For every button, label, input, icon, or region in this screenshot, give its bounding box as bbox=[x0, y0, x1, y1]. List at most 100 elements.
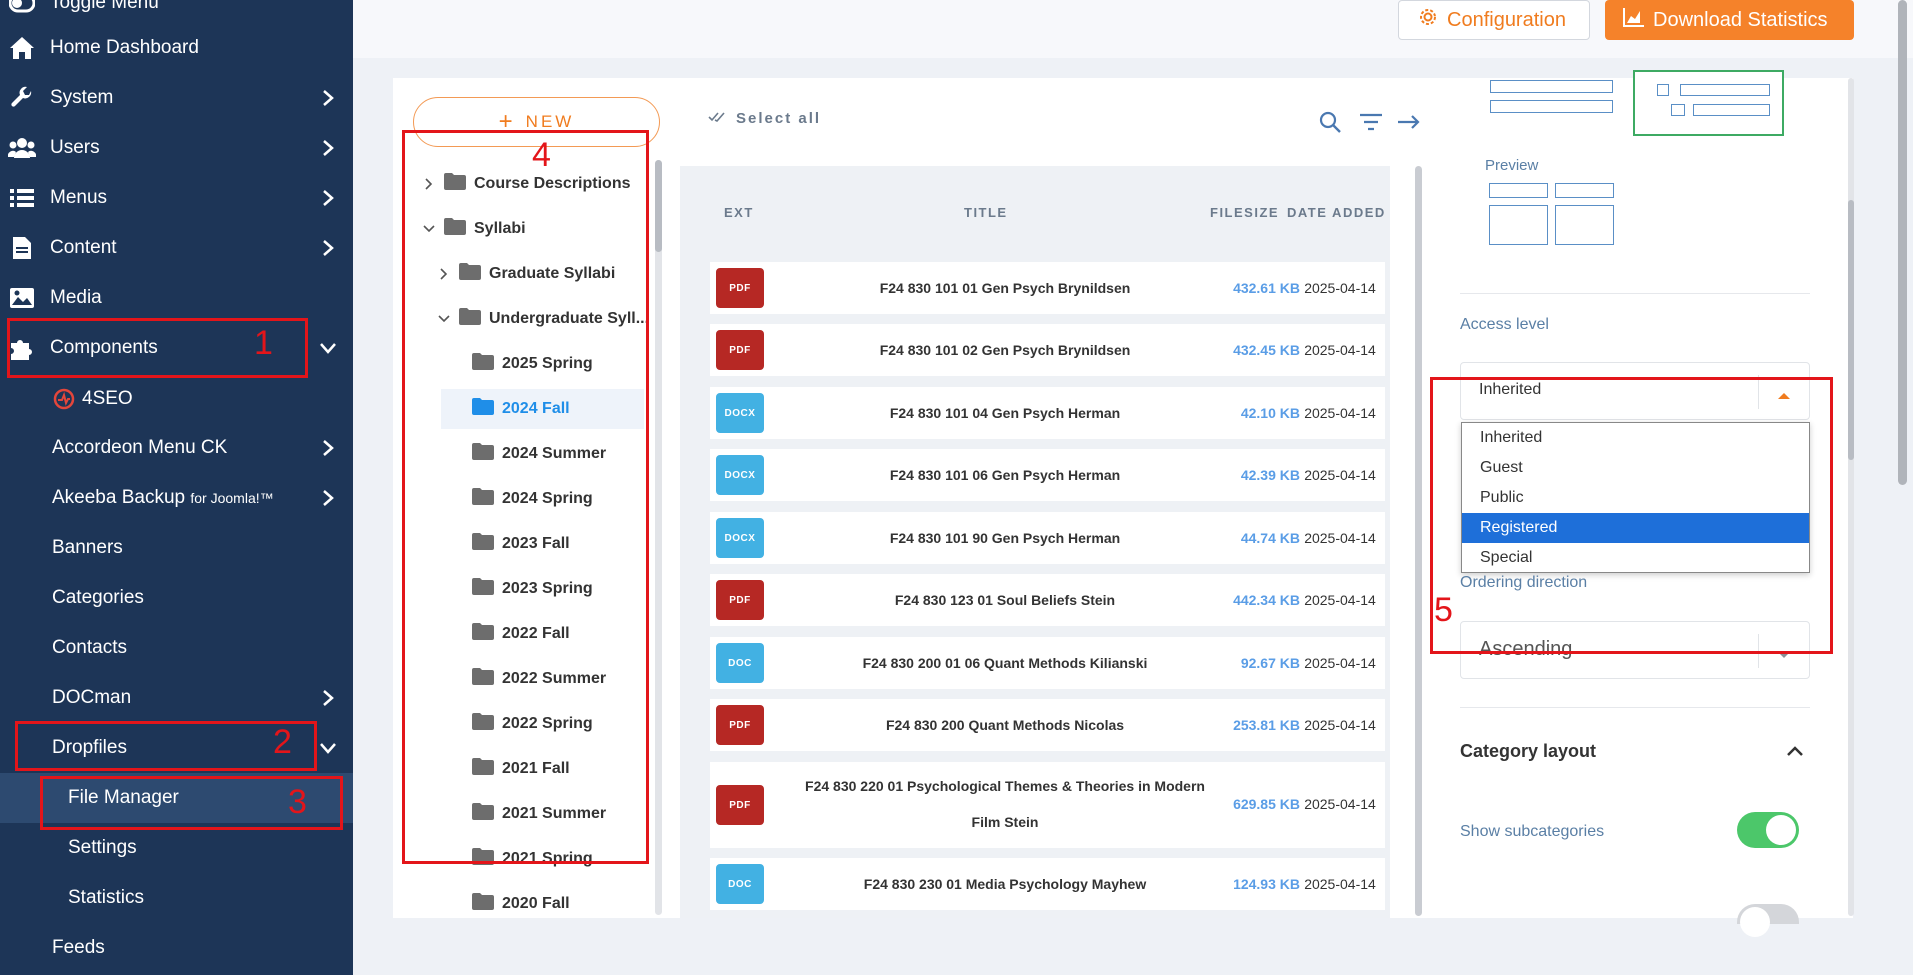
arrow-right-icon[interactable] bbox=[1395, 108, 1423, 136]
file-title: F24 830 200 Quant Methods Nicolas bbox=[885, 717, 1125, 733]
file-size: 42.39 KB bbox=[1240, 467, 1300, 483]
sidebar-item-akeeba-backup[interactable]: Akeeba Backup for Joomla!™ bbox=[0, 473, 353, 523]
chevron-right-icon bbox=[317, 237, 339, 259]
next-option-toggle[interactable] bbox=[1737, 904, 1799, 937]
layout-option-bar-icon bbox=[1490, 80, 1613, 93]
search-icon[interactable] bbox=[1316, 108, 1344, 136]
file-row[interactable]: PDF F24 830 220 01 Psychological Themes … bbox=[710, 762, 1385, 848]
double-check-icon bbox=[708, 110, 726, 127]
preview-grid-icon bbox=[1555, 183, 1614, 198]
4seo-icon bbox=[50, 385, 78, 413]
settings-scrollbar-thumb[interactable] bbox=[1848, 200, 1854, 460]
wrench-icon bbox=[8, 84, 36, 112]
divider bbox=[1460, 293, 1810, 294]
folder-icon bbox=[472, 893, 494, 915]
layout-option-bar-icon bbox=[1490, 100, 1613, 113]
list-icon bbox=[8, 184, 36, 212]
download-statistics-button[interactable]: Download Statistics bbox=[1605, 0, 1854, 40]
file-date: 2025-04-14 bbox=[1304, 342, 1376, 358]
file-date: 2025-04-14 bbox=[1304, 280, 1376, 296]
pdf-file-icon: PDF bbox=[716, 268, 764, 308]
chevron-right-icon bbox=[317, 687, 339, 709]
column-header-ext[interactable]: EXT bbox=[724, 205, 754, 220]
sidebar-item-label: Categories bbox=[52, 587, 144, 608]
sidebar-item-media[interactable]: Media bbox=[0, 273, 353, 323]
chevron-right-icon bbox=[317, 137, 339, 159]
sidebar-item-label: Feeds bbox=[52, 937, 105, 958]
page-scrollbar-thumb[interactable] bbox=[1898, 0, 1907, 485]
tree-scrollbar-track[interactable] bbox=[655, 160, 662, 915]
sidebar-item-contacts[interactable]: Contacts bbox=[0, 623, 353, 673]
column-header-filesize[interactable]: FILESIZE bbox=[1210, 205, 1279, 220]
sidebar-item-label: System bbox=[50, 87, 114, 108]
file-title: F24 830 200 01 06 Quant Methods Kiliansk… bbox=[862, 655, 1148, 671]
sidebar-item-label: 4SEO bbox=[82, 388, 133, 409]
home-icon bbox=[8, 34, 36, 62]
download-statistics-label: Download Statistics bbox=[1653, 8, 1828, 31]
file-size: 432.61 KB bbox=[1233, 280, 1300, 296]
chevron-up-icon[interactable] bbox=[1786, 744, 1804, 762]
folder-2020-fall[interactable]: 2020 Fall bbox=[466, 884, 644, 924]
document-icon bbox=[8, 234, 36, 262]
show-subcategories-label: Show subcategories bbox=[1460, 823, 1605, 840]
sidebar-item-content[interactable]: Content bbox=[0, 223, 353, 273]
show-subcategories-toggle[interactable] bbox=[1737, 812, 1799, 848]
sidebar-item-label: Akeeba Backup for Joomla!™ bbox=[52, 487, 274, 509]
sidebar-item-home-dashboard[interactable]: Home Dashboard bbox=[0, 23, 353, 73]
sidebar-item-users[interactable]: Users bbox=[0, 123, 353, 173]
select-all-label: Select all bbox=[736, 110, 822, 127]
preview-grid-icon bbox=[1555, 205, 1614, 245]
filter-icon[interactable] bbox=[1357, 108, 1385, 136]
sidebar-item-statistics[interactable]: Statistics bbox=[0, 873, 353, 923]
sidebar-item-accordeon-menu-ck[interactable]: Accordeon Menu CK bbox=[0, 423, 353, 473]
new-label: NEW bbox=[525, 112, 575, 131]
file-size: 92.67 KB bbox=[1240, 655, 1300, 671]
file-date: 2025-04-14 bbox=[1304, 467, 1376, 483]
sidebar-item-4seo[interactable]: 4SEO bbox=[0, 374, 353, 424]
akeeba-label: Akeeba Backup bbox=[52, 487, 186, 508]
file-size: 253.81 KB bbox=[1233, 717, 1300, 733]
toggle-knob bbox=[1766, 815, 1796, 845]
layout-option-selected[interactable] bbox=[1633, 70, 1784, 136]
file-row[interactable]: DOC F24 830 200 01 06 Quant Methods Kili… bbox=[710, 637, 1385, 689]
column-header-title[interactable]: TITLE bbox=[964, 205, 1008, 220]
sidebar-item-system[interactable]: System bbox=[0, 73, 353, 123]
sidebar-item-settings[interactable]: Settings bbox=[0, 823, 353, 873]
category-layout-title[interactable]: Category layout bbox=[1460, 741, 1596, 762]
column-header-date-added[interactable]: DATE ADDED bbox=[1287, 205, 1386, 220]
sidebar-item-label: Accordeon Menu CK bbox=[52, 437, 228, 458]
file-row[interactable]: DOCX F24 830 101 90 Gen Psych Herman 44.… bbox=[710, 512, 1385, 564]
pdf-file-icon: PDF bbox=[716, 580, 764, 620]
configuration-button[interactable]: Configuration bbox=[1398, 0, 1590, 40]
file-size: 44.74 KB bbox=[1240, 530, 1300, 546]
doc-file-icon: DOC bbox=[716, 864, 764, 904]
sidebar-item-menus[interactable]: Menus bbox=[0, 173, 353, 223]
preview-grid-icon bbox=[1489, 183, 1548, 198]
select-all-button[interactable]: Select all bbox=[708, 110, 821, 127]
sidebar-item-categories[interactable]: Categories bbox=[0, 573, 353, 623]
file-row[interactable]: DOC F24 830 230 01 Media Psychology Mayh… bbox=[710, 858, 1385, 910]
doc-file-icon: DOC bbox=[716, 643, 764, 683]
file-row[interactable]: PDF F24 830 101 01 Gen Psych Brynildsen … bbox=[710, 262, 1385, 314]
docx-file-icon: DOCX bbox=[716, 518, 764, 558]
file-title: F24 830 101 06 Gen Psych Herman bbox=[889, 467, 1121, 483]
chart-icon bbox=[1623, 7, 1645, 33]
file-row[interactable]: DOCX F24 830 101 06 Gen Psych Herman 42.… bbox=[710, 449, 1385, 501]
file-row[interactable]: PDF F24 830 200 Quant Methods Nicolas 25… bbox=[710, 699, 1385, 751]
file-date: 2025-04-14 bbox=[1304, 796, 1376, 812]
annotation-number-1: 1 bbox=[254, 324, 273, 362]
file-list-scrollbar[interactable] bbox=[1415, 166, 1422, 916]
sidebar-item-banners[interactable]: Banners bbox=[0, 523, 353, 573]
users-icon bbox=[8, 134, 36, 162]
file-row[interactable]: PDF F24 830 123 01 Soul Beliefs Stein 44… bbox=[710, 574, 1385, 626]
sidebar-item-feeds[interactable]: Feeds bbox=[0, 923, 353, 973]
preview-grid-icon bbox=[1489, 205, 1548, 245]
file-row[interactable]: DOCX F24 830 101 04 Gen Psych Herman 42.… bbox=[710, 387, 1385, 439]
tree-scrollbar-thumb[interactable] bbox=[655, 160, 662, 252]
file-date: 2025-04-14 bbox=[1304, 592, 1376, 608]
toggle-knob bbox=[1740, 907, 1770, 937]
file-title: F24 830 230 01 Media Psychology Mayhew bbox=[863, 876, 1147, 892]
access-level-label: Access level bbox=[1460, 316, 1549, 333]
file-row[interactable]: PDF F24 830 101 02 Gen Psych Brynildsen … bbox=[710, 324, 1385, 376]
sidebar-item-docman[interactable]: DOCman bbox=[0, 673, 353, 723]
